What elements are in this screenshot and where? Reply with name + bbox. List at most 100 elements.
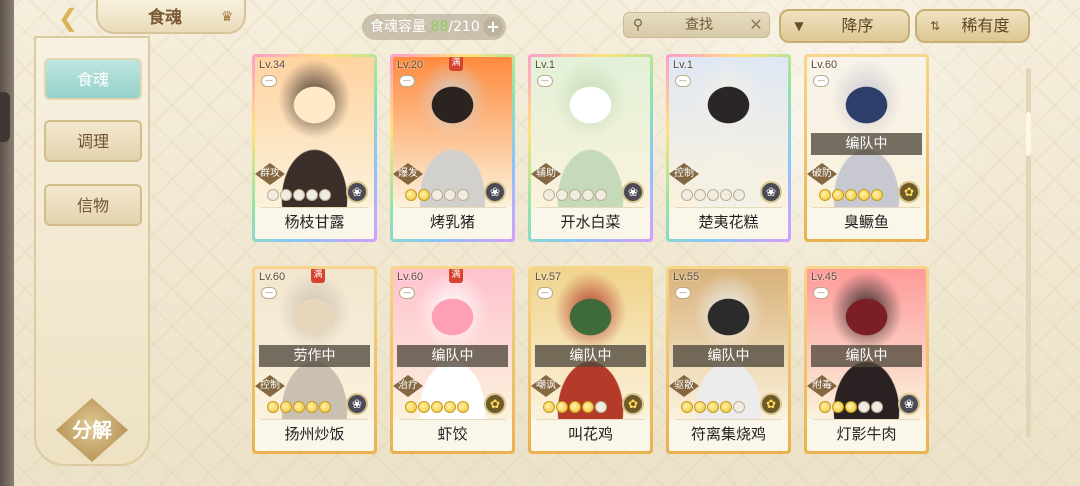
- star-icon: [267, 189, 279, 201]
- level-label: Lv.57: [535, 271, 562, 283]
- triangle-down-icon: ▼: [794, 19, 804, 33]
- character-name: 臭鳜鱼: [843, 213, 889, 231]
- food-soul-card[interactable]: Lv.55— 编队中 驱散 ✿ 符离集烧鸡: [666, 266, 791, 454]
- card-body: Lv.1— 控制 ❀ 楚夷花糕: [669, 57, 788, 239]
- element-icon: ❀: [346, 393, 368, 415]
- star-rating: [405, 401, 470, 415]
- full-badge-icon: 满: [449, 269, 463, 283]
- crown-icon[interactable]: ♛: [216, 8, 238, 26]
- search-bar[interactable]: ⚲ 查找 ✕: [623, 12, 770, 38]
- clear-icon[interactable]: ✕: [747, 15, 765, 35]
- star-icon: [405, 401, 417, 413]
- star-rating: [543, 189, 608, 203]
- device-edge-tab: [0, 92, 10, 142]
- scroll-thumb[interactable]: [1026, 112, 1031, 156]
- card-divider: [537, 207, 644, 208]
- star-icon: [267, 401, 279, 413]
- star-icon: [845, 401, 857, 413]
- element-icon: ✿: [484, 393, 506, 415]
- lock-toggle-icon[interactable]: —: [261, 287, 277, 299]
- star-icon: [556, 401, 568, 413]
- star-rating: [681, 401, 746, 415]
- food-soul-card[interactable]: Lv.34— 群攻 ❀ 杨枝甘露: [252, 54, 377, 242]
- card-divider: [675, 419, 782, 420]
- lock-toggle-icon[interactable]: —: [537, 287, 553, 299]
- food-soul-card[interactable]: Lv.45— 编队中 附毒 ❀ 灯影牛肉: [804, 266, 929, 454]
- element-icon: ✿: [898, 181, 920, 203]
- star-icon: [431, 401, 443, 413]
- star-icon: [832, 189, 844, 201]
- card-divider: [537, 419, 644, 420]
- level-label: Lv.60: [811, 59, 838, 71]
- food-soul-card[interactable]: Lv.1— 辅助 ❀ 开水白菜: [528, 54, 653, 242]
- element-icon: ✿: [622, 393, 644, 415]
- sidebar-item-tokens[interactable]: 信物: [44, 184, 142, 226]
- sort-rarity-label: 稀有度: [961, 16, 1010, 35]
- star-icon: [444, 189, 456, 201]
- status-banner: 编队中: [535, 345, 646, 367]
- capacity-label: 食魂容量: [370, 19, 426, 35]
- character-name: 楚夷花糕: [698, 213, 759, 231]
- search-icon: ⚲: [632, 17, 644, 33]
- star-rating: [819, 189, 884, 203]
- lock-toggle-icon[interactable]: —: [813, 75, 829, 87]
- card-divider: [261, 207, 368, 208]
- level-label: Lv.60: [259, 271, 286, 283]
- star-icon: [694, 189, 706, 201]
- lock-toggle-icon[interactable]: —: [537, 75, 553, 87]
- back-arrow-icon[interactable]: ❮: [46, 4, 90, 32]
- star-icon: [845, 189, 857, 201]
- star-icon: [405, 189, 417, 201]
- sidebar-item-cooking[interactable]: 调理: [44, 120, 142, 162]
- capacity-add-button[interactable]: +: [483, 17, 503, 37]
- star-icon: [280, 401, 292, 413]
- card-divider: [813, 207, 920, 208]
- star-icon: [858, 401, 870, 413]
- star-icon: [306, 401, 318, 413]
- star-icon: [319, 401, 331, 413]
- character-name: 虾饺: [437, 425, 468, 443]
- lock-toggle-icon[interactable]: —: [675, 75, 691, 87]
- lock-toggle-icon[interactable]: —: [261, 75, 277, 87]
- card-body: Lv.60— 满编队中 治疗 ✿ 虾饺: [393, 269, 512, 451]
- character-name: 叫花鸡: [567, 425, 613, 443]
- character-name: 杨枝甘露: [284, 213, 345, 231]
- star-icon: [871, 401, 883, 413]
- sidebar: 食魂 调理 信物 分解: [34, 36, 150, 466]
- card-divider: [399, 419, 506, 420]
- card-body: Lv.60— 满劳作中 控制 ❀ 扬州炒饭: [255, 269, 374, 451]
- lock-toggle-icon[interactable]: —: [399, 287, 415, 299]
- star-icon: [543, 189, 555, 201]
- sort-rarity-button[interactable]: ⇅ 稀有度: [915, 9, 1030, 43]
- food-soul-card[interactable]: Lv.60— 满劳作中 控制 ❀ 扬州炒饭: [252, 266, 377, 454]
- card-body: Lv.1— 辅助 ❀ 开水白菜: [531, 57, 650, 239]
- sidebar-item-food-souls[interactable]: 食魂: [44, 58, 142, 100]
- star-icon: [556, 189, 568, 201]
- food-soul-card[interactable]: Lv.20— 满爆发 ❀ 烤乳猪: [390, 54, 515, 242]
- star-icon: [457, 401, 469, 413]
- lock-toggle-icon[interactable]: —: [675, 287, 691, 299]
- star-icon: [733, 189, 745, 201]
- star-icon: [733, 401, 745, 413]
- food-soul-card[interactable]: Lv.57— 编队中 嘲讽 ✿ 叫花鸡: [528, 266, 653, 454]
- star-icon: [418, 401, 430, 413]
- star-icon: [431, 189, 443, 201]
- food-soul-card[interactable]: Lv.1— 控制 ❀ 楚夷花糕: [666, 54, 791, 242]
- food-soul-card[interactable]: Lv.60— 编队中 破防 ✿ 臭鳜鱼: [804, 54, 929, 242]
- character-name: 扬州炒饭: [284, 425, 345, 443]
- character-name: 开水白菜: [560, 213, 621, 231]
- scrollbar[interactable]: [1026, 68, 1031, 438]
- food-soul-card[interactable]: Lv.60— 满编队中 治疗 ✿ 虾饺: [390, 266, 515, 454]
- star-icon: [569, 401, 581, 413]
- lock-toggle-icon[interactable]: —: [813, 287, 829, 299]
- card-body: Lv.45— 编队中 附毒 ❀ 灯影牛肉: [807, 269, 926, 451]
- sort-order-button[interactable]: ▼ 降序: [779, 9, 910, 43]
- decompose-button[interactable]: 分解: [56, 398, 128, 462]
- status-banner: 劳作中: [259, 345, 370, 367]
- star-icon: [681, 189, 693, 201]
- card-divider: [399, 207, 506, 208]
- level-label: Lv.20: [397, 59, 424, 71]
- star-icon: [720, 401, 732, 413]
- level-label: Lv.45: [811, 271, 838, 283]
- lock-toggle-icon[interactable]: —: [399, 75, 415, 87]
